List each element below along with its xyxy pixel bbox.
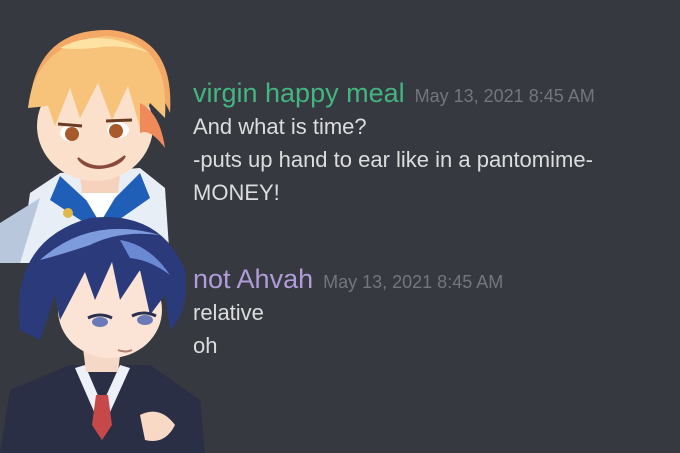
blue-haired-boy-avatar[interactable] [0, 200, 205, 453]
message-line: And what is time? [193, 114, 367, 139]
username[interactable]: not Ahvah [193, 262, 313, 296]
message-line: -puts up hand to ear like in a pantomime… [193, 147, 593, 172]
message-line: oh [193, 333, 218, 358]
message-line: MONEY! [193, 180, 280, 205]
timestamp: May 13, 2021 8:45 AM [323, 272, 504, 292]
message-line: relative [193, 300, 264, 325]
message-not-ahvah: not Ahvah May 13, 2021 8:45 AM relative … [193, 262, 503, 362]
timestamp: May 13, 2021 8:45 AM [414, 86, 595, 106]
message-virgin-happy-meal: virgin happy meal May 13, 2021 8:45 AM A… [193, 76, 595, 209]
message-header: not Ahvah May 13, 2021 8:45 AM [193, 262, 503, 296]
username[interactable]: virgin happy meal [193, 76, 405, 110]
chat-window: virgin happy meal May 13, 2021 8:45 AM A… [0, 0, 680, 453]
message-header: virgin happy meal May 13, 2021 8:45 AM [193, 76, 595, 110]
